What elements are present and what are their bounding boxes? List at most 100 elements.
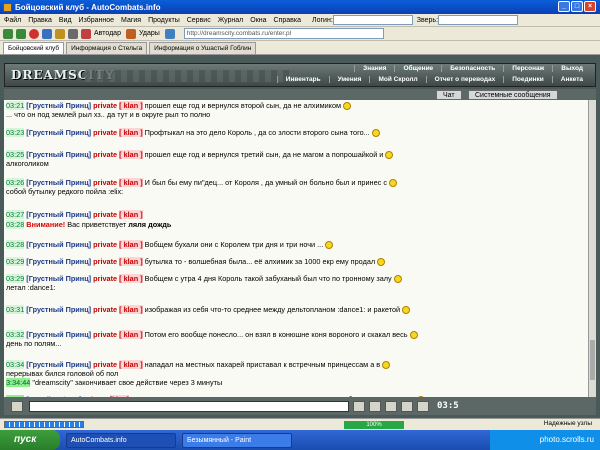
message-nick[interactable]: [Грустный Принц] [26, 178, 91, 187]
warning-label: Внимание! [26, 220, 66, 229]
klan-tag[interactable]: [ klan ] [119, 210, 143, 219]
maximize-button[interactable]: □ [571, 1, 583, 12]
chat-message: 03:29 [Грустный Принц] private [ klan ] … [6, 257, 387, 267]
udars-button[interactable]: Удары [139, 30, 160, 37]
search-icon[interactable] [68, 28, 78, 39]
nav-profile[interactable]: Анкета [551, 76, 591, 83]
game-area: DREAMSCITY Знания Общение Безопасность П… [0, 55, 600, 418]
menu-edit[interactable]: Правка [28, 17, 52, 24]
klan-tag[interactable]: [ klan ] [119, 101, 143, 110]
autodar-button[interactable]: Автодар [94, 30, 121, 37]
klan-tag[interactable]: [ klan ] [119, 240, 143, 249]
private-tag[interactable]: private [93, 360, 117, 369]
nav-exit[interactable]: Выход [552, 65, 591, 72]
tab-info-stelga[interactable]: Информация о Стельга [66, 42, 148, 54]
menu-service[interactable]: Сервис [187, 17, 211, 24]
klan-tag[interactable]: [ klan ] [119, 178, 143, 187]
forward-icon[interactable] [16, 28, 26, 39]
message-nick[interactable]: [Грустный Принц] [26, 330, 91, 339]
nav-inventory[interactable]: Инвентарь [276, 76, 329, 83]
nav-my-scroll[interactable]: Мой Скролл [369, 76, 425, 83]
menu-view[interactable]: Вид [59, 17, 72, 24]
message-nick[interactable]: [Грустный Принц] [26, 128, 91, 137]
tab-fight-club[interactable]: Бойцовский клуб [3, 42, 65, 54]
message-nick[interactable]: [Грустный Принц] [26, 101, 91, 110]
sound-icon[interactable] [401, 400, 413, 412]
nav-skills[interactable]: Умения [328, 76, 370, 83]
private-tag[interactable]: private [93, 240, 117, 249]
menu-windows[interactable]: Окна [250, 17, 266, 24]
tab-info-goblin[interactable]: Информация о Ушастый Гоблин [149, 42, 257, 54]
send-icon[interactable] [353, 400, 365, 412]
refresh-icon[interactable] [42, 28, 52, 39]
menu-journal[interactable]: Журнал [218, 17, 244, 24]
klan-tag[interactable]: [ klan ] [119, 128, 143, 137]
load-percent: 100% [344, 420, 404, 429]
private-tag[interactable]: private [93, 257, 117, 266]
message-time: 03:32 [6, 330, 25, 339]
stop-icon[interactable] [29, 28, 39, 39]
menubar: Файл Правка Вид Избранное Магия Продукты… [0, 14, 600, 27]
message-nick[interactable]: [Грустный Принц] [26, 150, 91, 159]
nav-knowledge[interactable]: Знания [354, 65, 394, 72]
smiley-picker-icon[interactable] [11, 400, 23, 412]
message-nick[interactable]: [Грустный Принц] [26, 360, 91, 369]
klan-tag[interactable]: [ klan ] [119, 257, 143, 266]
private-tag[interactable]: private [93, 305, 117, 314]
chat-message: 03:28 Внимание! Вас приветствует ляля до… [6, 220, 171, 229]
private-tag[interactable]: private [93, 210, 117, 219]
scroll-thumb[interactable] [590, 340, 595, 380]
klan-tag[interactable]: [ klan ] [119, 330, 143, 339]
settings-icon[interactable] [164, 28, 175, 39]
smiley-icon [393, 275, 402, 284]
magic-icon[interactable] [81, 28, 91, 39]
message-nick[interactable]: [Грустный Принц] [26, 257, 91, 266]
menu-help[interactable]: Справка [274, 17, 301, 24]
private-tag[interactable]: private [93, 101, 117, 110]
menu-file[interactable]: Файл [4, 17, 21, 24]
private-tag[interactable]: private [93, 128, 117, 137]
home-icon[interactable] [55, 28, 65, 39]
nav-character[interactable]: Персонаж [503, 65, 552, 72]
chat-input[interactable] [29, 400, 349, 412]
nav-transfers-report[interactable]: Отчет о переводах [425, 76, 504, 83]
private-tag[interactable]: private [93, 274, 117, 283]
address-bar[interactable]: http://dreamscity.combats.ru/enter.pl [183, 28, 384, 39]
klan-tag[interactable]: [ klan ] [119, 150, 143, 159]
refresh-chat-icon[interactable] [417, 400, 429, 412]
menu-products[interactable]: Продукты [148, 17, 180, 24]
message-nick[interactable]: [Грустный Принц] [26, 305, 91, 314]
window-title: Бойцовский клуб - AutoCombats.info [15, 2, 161, 12]
login-input[interactable] [332, 15, 413, 25]
nav-fights[interactable]: Поединки [503, 76, 552, 83]
start-button[interactable]: пуск [0, 430, 60, 450]
menu-magic[interactable]: Магия [121, 17, 141, 24]
tab-system-messages[interactable]: Системные сообщения [468, 90, 558, 100]
close-button[interactable]: × [584, 1, 596, 12]
message-text: Вобщем с утра 4 дня Король такой забухан… [144, 274, 392, 283]
filter-icon[interactable] [385, 400, 397, 412]
task-autocombats[interactable]: AutoCombats.info [66, 432, 176, 448]
clear-icon[interactable] [369, 400, 381, 412]
private-tag[interactable]: private [93, 150, 117, 159]
task-paint[interactable]: Безымянный - Paint [182, 432, 292, 448]
private-tag[interactable]: private [93, 178, 117, 187]
chat-scrollbar[interactable] [588, 100, 596, 397]
header-decoration [85, 70, 295, 82]
message-nick[interactable]: [Грустный Принц] [26, 274, 91, 283]
tab-chat[interactable]: Чат [436, 90, 462, 100]
message-nick[interactable]: [Грустный Принц] [26, 210, 91, 219]
klan-tag[interactable]: [ klan ] [119, 360, 143, 369]
back-icon[interactable] [3, 28, 13, 39]
private-tag[interactable]: private [93, 330, 117, 339]
nav-communication[interactable]: Общение [394, 65, 441, 72]
klan-tag[interactable]: [ klan ] [119, 274, 143, 283]
strike-icon[interactable] [125, 28, 136, 39]
chat-message: 03:27 [Грустный Принц] private [ klan ] [6, 210, 143, 219]
nav-security[interactable]: Безопасность [441, 65, 503, 72]
menu-favorites[interactable]: Избранное [79, 17, 114, 24]
klan-tag[interactable]: [ klan ] [119, 305, 143, 314]
minimize-button[interactable]: _ [558, 1, 570, 12]
beast-input[interactable] [438, 15, 519, 25]
message-nick[interactable]: [Грустный Принц] [26, 240, 91, 249]
